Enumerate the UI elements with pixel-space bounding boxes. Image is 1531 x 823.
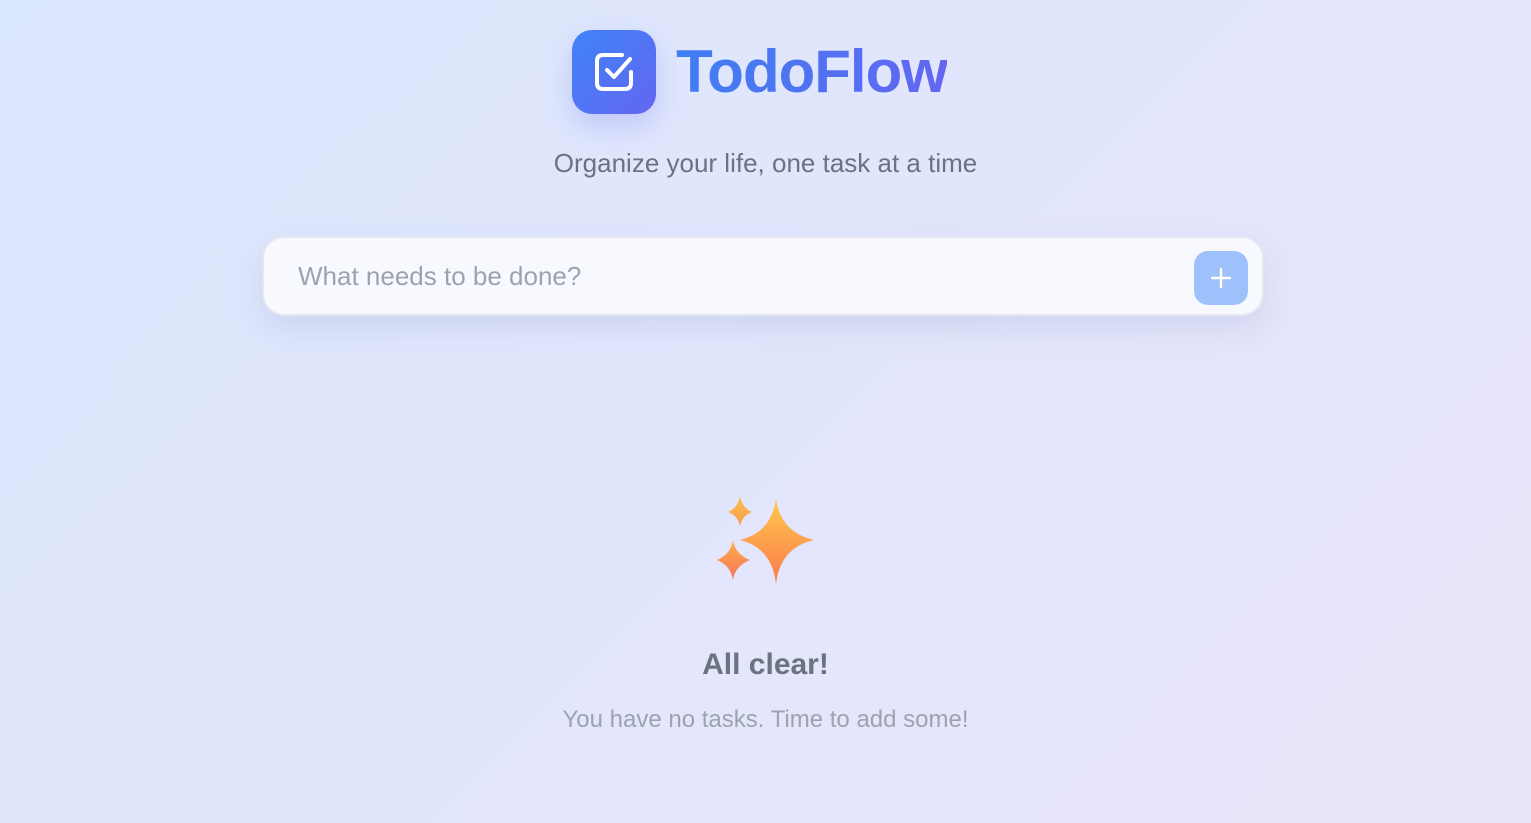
app-title: TodoFlow	[676, 38, 948, 105]
new-task-input[interactable]	[298, 238, 1178, 314]
checkbox-icon	[595, 53, 634, 91]
app-tagline: Organize your life, one task at a time	[553, 148, 978, 178]
app-logo	[572, 30, 657, 114]
add-task-button[interactable]	[1194, 251, 1248, 305]
empty-state-message: You have no tasks. Time to add some!	[562, 706, 969, 733]
empty-state-title: All clear!	[702, 648, 829, 681]
plus-icon	[1210, 267, 1232, 289]
sparkles-icon	[716, 496, 814, 584]
new-task-form	[262, 236, 1264, 316]
app-header: TodoFlow	[0, 30, 1531, 114]
empty-state	[0, 490, 1531, 590]
